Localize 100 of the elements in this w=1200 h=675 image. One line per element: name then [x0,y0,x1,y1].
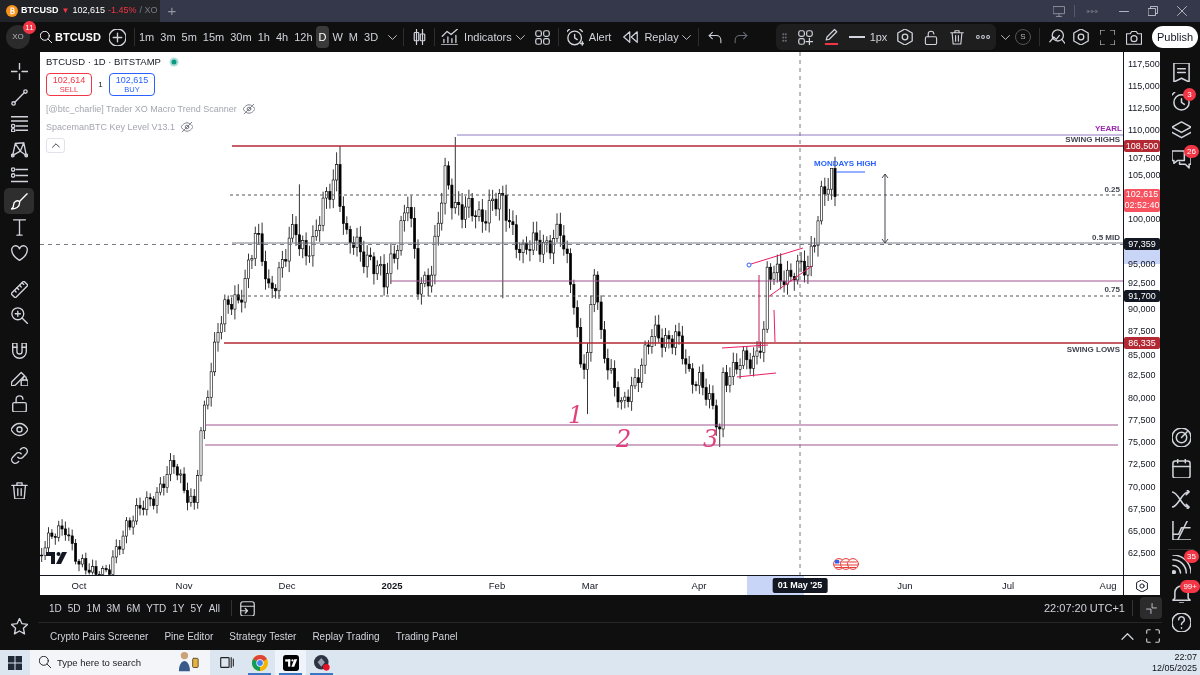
chevron-down-icon[interactable] [1000,34,1010,40]
alarm-clock-icon [566,28,584,46]
taskbar-app-button[interactable] [275,650,306,675]
close-icon[interactable] [1176,6,1187,16]
interval-button[interactable]: D [315,26,330,48]
browser-tab[interactable]: BTCUSD ▼ 102,615 -1.45% / XO [0,0,160,22]
panel-tab[interactable]: Strategy Tester [229,628,297,644]
layers-icon[interactable] [1171,121,1191,140]
search-icon [40,31,52,43]
eye-icon [10,420,28,438]
logo-icon[interactable] [46,552,67,564]
chart-slash-icon[interactable] [1171,521,1191,540]
eye-off-icon[interactable] [181,121,194,133]
task-view-icon[interactable] [220,656,234,669]
range-button[interactable]: 5Y [187,598,206,618]
level-label: MONDAYS HIGH [814,160,877,168]
price-tick-label: 87,500 [1128,325,1156,337]
chevron-up-icon [51,143,60,148]
monitor-icon[interactable] [1053,5,1065,17]
chevron-down-icon[interactable] [387,34,397,40]
restore-icon[interactable] [1147,6,1158,16]
panel-tab[interactable]: Pine Editor [164,628,214,644]
camera-icon[interactable] [1126,29,1142,45]
range-button[interactable]: 5D [64,598,84,618]
grid-icon[interactable] [535,29,551,45]
lock-icon[interactable] [924,29,938,45]
fullscreen-icon[interactable] [1100,29,1115,45]
rewind-icon [623,31,639,43]
interval-button[interactable]: W [329,26,346,48]
range-button[interactable]: 1M [83,598,104,618]
shapes-plus-icon[interactable] [797,29,813,45]
range-button[interactable]: 6M [123,598,144,618]
round-app-icon [251,654,268,671]
range-button[interactable]: All [205,598,223,618]
interval-button[interactable]: M [345,26,362,48]
drag-handle-icon[interactable] [781,31,787,43]
indicator-name: [@btc_charlie] Trader XO Macro Trend Scanner [46,103,237,115]
indicators-button[interactable]: Indicators [435,25,512,49]
interval-button[interactable]: 15m [199,26,228,48]
windows-logo-icon[interactable] [8,655,22,670]
interval-button[interactable]: 3D [361,26,382,48]
range-button[interactable]: 1D [46,598,65,618]
minimize-icon[interactable] [1118,10,1129,12]
maximize-panel-icon[interactable] [1146,629,1160,643]
new-tab-button[interactable]: + [164,3,180,19]
interval-button[interactable]: 30m [227,26,255,48]
publish-button[interactable]: Publish [1152,26,1198,48]
eye-off-icon[interactable] [242,103,255,115]
chevron-down-icon[interactable] [516,34,526,40]
trash-icon[interactable] [950,29,964,45]
replay-button[interactable]: Replay [623,25,679,49]
help-icon[interactable] [1171,613,1191,632]
price-tick-label: 117,500 [1128,58,1160,70]
round-app-icon [313,654,330,671]
interval-button[interactable]: 1m [136,26,158,48]
redo-icon[interactable] [733,30,748,44]
more-icon[interactable] [976,35,990,39]
panel-tab[interactable]: Crypto Pairs Screener [50,628,149,644]
alert-button[interactable]: Alert [560,25,612,49]
brush-icon [10,192,28,210]
range-button[interactable]: YTD [143,598,170,618]
clock-time: 22:07 [1174,651,1197,663]
panel-tab[interactable]: Replay Trading [312,628,380,644]
pencil-icon[interactable] [823,28,839,46]
symbol-search-button[interactable]: BTCUSD [38,25,100,49]
range-button[interactable]: 3M [103,598,124,618]
range-button[interactable]: 1Y [169,598,188,618]
time-tick-label: Feb [488,580,506,592]
price-tick-label: 107,500 [1128,152,1160,164]
line-width-button[interactable]: 1px [844,25,892,49]
panel-tab[interactable]: Trading Panel [395,628,458,644]
collapse-legend-button[interactable] [46,138,65,153]
target-icon[interactable] [1171,428,1191,447]
chart-search-icon[interactable] [1049,29,1065,45]
interval-button[interactable]: 3m [157,26,179,48]
time-tick-label: Jun [897,580,913,592]
candles-icon[interactable] [411,29,427,45]
crossing-arrows-icon[interactable] [1171,490,1191,509]
price-tick-label: 65,000 [1128,526,1156,538]
calendar-icon[interactable] [1171,459,1191,478]
list-icon[interactable] [1171,63,1191,82]
drawing-tool-button[interactable] [4,188,34,214]
search-field[interactable]: Type here to search [30,650,210,675]
interval-button[interactable]: 5m [178,26,200,48]
price-tick-label: 67,500 [1128,503,1156,515]
settings-icon[interactable] [1136,579,1148,592]
interval-button[interactable]: 1h [254,26,273,48]
calendar-arrow-icon[interactable] [239,600,255,616]
collapse-button[interactable] [1140,597,1162,619]
chevron-up-icon[interactable] [1121,632,1134,640]
time-tick-label: Jul [1001,580,1015,592]
star-icon[interactable] [10,618,28,635]
level-label: 0.25 [1104,186,1120,194]
interval-button[interactable]: 12h [291,26,316,48]
chevron-down-icon[interactable] [682,34,692,40]
event-marker-icon[interactable] [847,558,859,570]
interval-button[interactable]: 4h [272,26,292,48]
alarm-clock-icon[interactable] [1171,92,1191,111]
undo-icon[interactable] [707,30,722,44]
crosshair-icon [10,62,28,80]
